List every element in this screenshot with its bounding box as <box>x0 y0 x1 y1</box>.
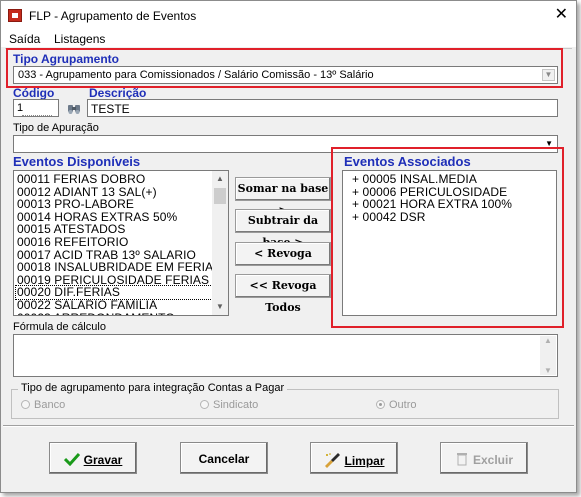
evento-disponivel-item[interactable]: 00023 ARREDONDAMENTO <box>17 311 175 315</box>
radio-sindicato-label: Sindicato <box>213 399 259 411</box>
highlight-eventos-associados <box>331 147 564 328</box>
codigo-label: Código <box>13 86 55 100</box>
scroll-down-icon[interactable]: ▼ <box>212 299 228 315</box>
cancelar-button[interactable]: Cancelar <box>180 442 268 474</box>
descricao-label: Descrição <box>89 86 147 100</box>
revoga-label: < Revoga <box>254 247 312 260</box>
limpar-label: Limpar <box>344 454 385 468</box>
eventos-disponiveis-label: Eventos Disponíveis <box>13 154 141 169</box>
radio-sindicato[interactable]: Sindicato <box>200 399 258 411</box>
descricao-value: TESTE <box>91 102 130 116</box>
formula-scrollbar[interactable]: ▲ ▼ <box>540 336 556 375</box>
footer-divider-highlight <box>3 426 574 427</box>
menu-saida[interactable]: Saída <box>9 32 40 46</box>
formula-label: Fórmula de cálculo <box>13 321 106 333</box>
integracao-label: Tipo de agrupamento para integração Cont… <box>18 382 288 394</box>
checkmark-icon <box>63 452 80 467</box>
evento-disponivel-item[interactable]: 00011 FERIAS DOBRO <box>17 173 145 186</box>
codigo-underline <box>22 114 52 116</box>
eventos-disponiveis-list[interactable]: 00011 FERIAS DOBRO 00012 ADIANT 13 SAL(+)… <box>13 170 229 316</box>
app-icon <box>8 9 22 22</box>
title-bar: FLP - Agrupamento de Eventos ✕ <box>1 1 576 31</box>
dialog-window: FLP - Agrupamento de Eventos ✕ Saída Lis… <box>0 0 577 493</box>
excluir-label: Excluir <box>472 453 514 467</box>
scroll-up-icon[interactable]: ▲ <box>212 171 228 187</box>
evento-disponivel-item[interactable]: 00016 REFEITORIO <box>17 236 128 249</box>
trash-icon <box>456 453 467 466</box>
close-button[interactable]: ✕ <box>555 6 568 24</box>
radio-icon <box>200 400 209 409</box>
gravar-label: Gravar <box>83 453 123 467</box>
radio-outro-label: Outro <box>389 399 417 411</box>
subtrair-da-base-button[interactable]: Subtrair da base > <box>235 209 331 249</box>
limpar-button[interactable]: Limpar <box>310 442 398 474</box>
descricao-field[interactable]: TESTE <box>87 99 558 117</box>
cancelar-label: Cancelar <box>198 452 250 466</box>
gravar-button[interactable]: Gravar <box>49 442 137 474</box>
scroll-thumb[interactable] <box>214 188 226 204</box>
eraser-brush-icon <box>325 453 341 468</box>
excluir-button[interactable]: Excluir <box>440 442 528 474</box>
evento-disponivel-item[interactable]: 00022 SALARIO FAMILIA <box>17 299 157 312</box>
binoculars-icon[interactable] <box>65 99 83 117</box>
evento-disponivel-item[interactable]: 00018 INSALUBRIDADE EM FERIA <box>17 261 213 274</box>
codigo-value: 1 <box>17 102 24 114</box>
scroll-down-icon[interactable]: ▼ <box>540 366 556 375</box>
radio-outro[interactable]: Outro <box>376 399 417 411</box>
highlight-tipo-agrupamento <box>6 48 563 88</box>
somar-na-base-button[interactable]: Somar na base > <box>235 177 331 217</box>
radio-selected-icon <box>376 400 385 409</box>
radio-banco-label: Banco <box>34 399 66 411</box>
tipo-apuracao-label: Tipo de Apuração <box>13 122 99 134</box>
evento-disponivel-item[interactable]: 00013 PRO-LABORE <box>17 198 134 211</box>
scroll-up-icon[interactable]: ▲ <box>540 336 556 345</box>
radio-icon <box>21 400 30 409</box>
revoga-button[interactable]: < Revoga <box>235 242 331 266</box>
eventos-disponiveis-scrollbar[interactable]: ▲ ▼ <box>212 171 228 315</box>
menu-listagens[interactable]: Listagens <box>54 32 105 46</box>
revoga-todos-label: << Revoga Todos <box>249 279 317 314</box>
codigo-field[interactable]: 1 <box>13 99 59 117</box>
window-title: FLP - Agrupamento de Eventos <box>29 9 197 23</box>
revoga-todos-button[interactable]: << Revoga Todos <box>235 274 331 314</box>
formula-textarea[interactable]: ▲ ▼ <box>13 334 558 377</box>
menu-bar: Saída Listagens <box>1 31 576 47</box>
radio-banco[interactable]: Banco <box>21 399 65 411</box>
